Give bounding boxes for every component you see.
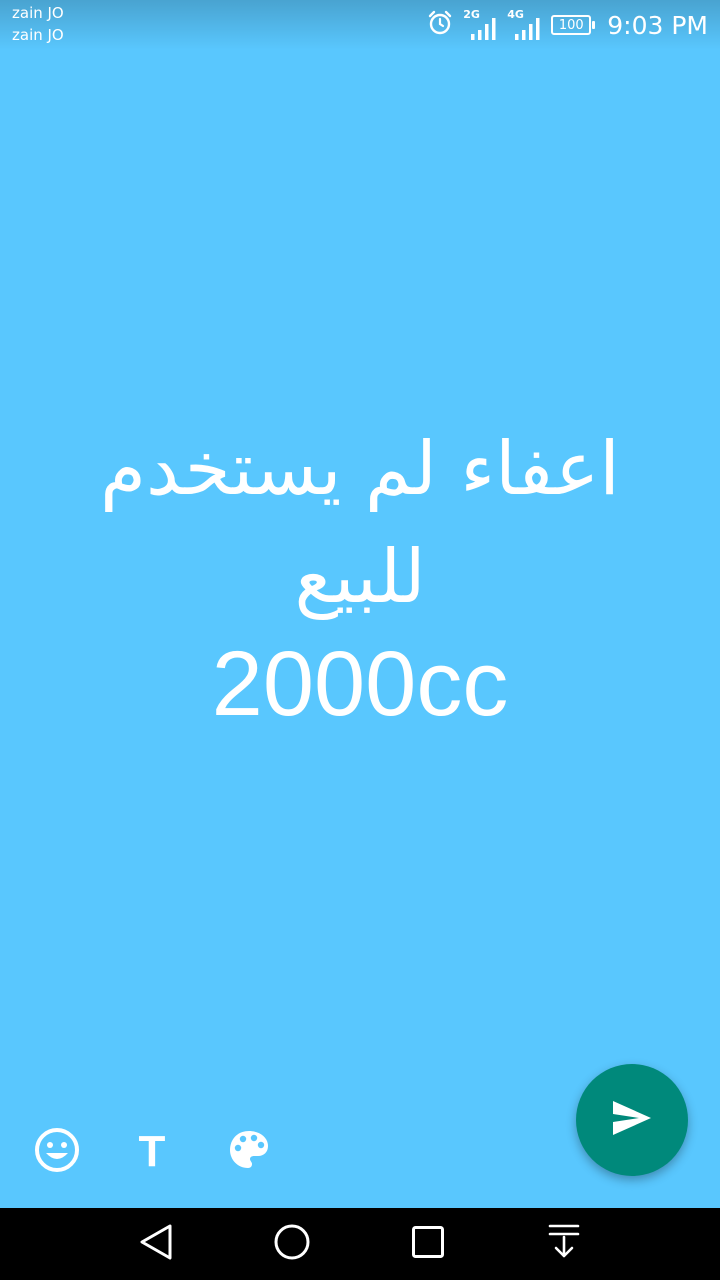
- status-editor-screen: zain JO zain JO 2G 4G 100 9:03 PM اعفاء …: [0, 0, 720, 1280]
- back-icon: [138, 1223, 174, 1265]
- emoji-button[interactable]: [33, 1128, 81, 1176]
- status-text-content[interactable]: اعفاء لم يستخدم للبيع 2000cc: [40, 415, 680, 739]
- status-text-line-3: 2000cc: [211, 633, 509, 735]
- status-text-line-1: اعفاء لم يستخدم: [100, 426, 620, 512]
- battery-level: 100: [558, 17, 584, 33]
- palette-icon: [228, 1129, 270, 1175]
- status-icons: 2G 4G 100 9:03 PM: [427, 8, 708, 42]
- clock: 9:03 PM: [607, 10, 708, 40]
- home-button[interactable]: [270, 1222, 314, 1266]
- signal-icon: 4G: [507, 8, 541, 40]
- status-bar: zain JO zain JO 2G 4G 100 9:03 PM: [0, 0, 720, 50]
- alarm-icon: [427, 10, 453, 40]
- background-color-button[interactable]: [225, 1128, 273, 1176]
- notification-pull-icon: [547, 1223, 581, 1265]
- send-icon: [611, 1099, 653, 1141]
- home-icon: [273, 1223, 311, 1265]
- text-style-button[interactable]: T: [128, 1127, 176, 1176]
- signal-icon: 2G: [463, 8, 497, 40]
- recents-button[interactable]: [406, 1222, 450, 1266]
- carrier-label-1: zain JO: [12, 4, 64, 22]
- battery-icon: 100: [551, 15, 596, 35]
- navigation-bar: [0, 1208, 720, 1280]
- notification-pull-button[interactable]: [542, 1222, 586, 1266]
- back-button[interactable]: [134, 1222, 178, 1266]
- carrier-label-2: zain JO: [12, 26, 64, 44]
- status-text-line-2: للبيع: [294, 534, 426, 620]
- recents-icon: [411, 1225, 445, 1263]
- send-button[interactable]: [576, 1064, 688, 1176]
- emoji-icon: [34, 1127, 80, 1177]
- text-icon: T: [138, 1127, 166, 1176]
